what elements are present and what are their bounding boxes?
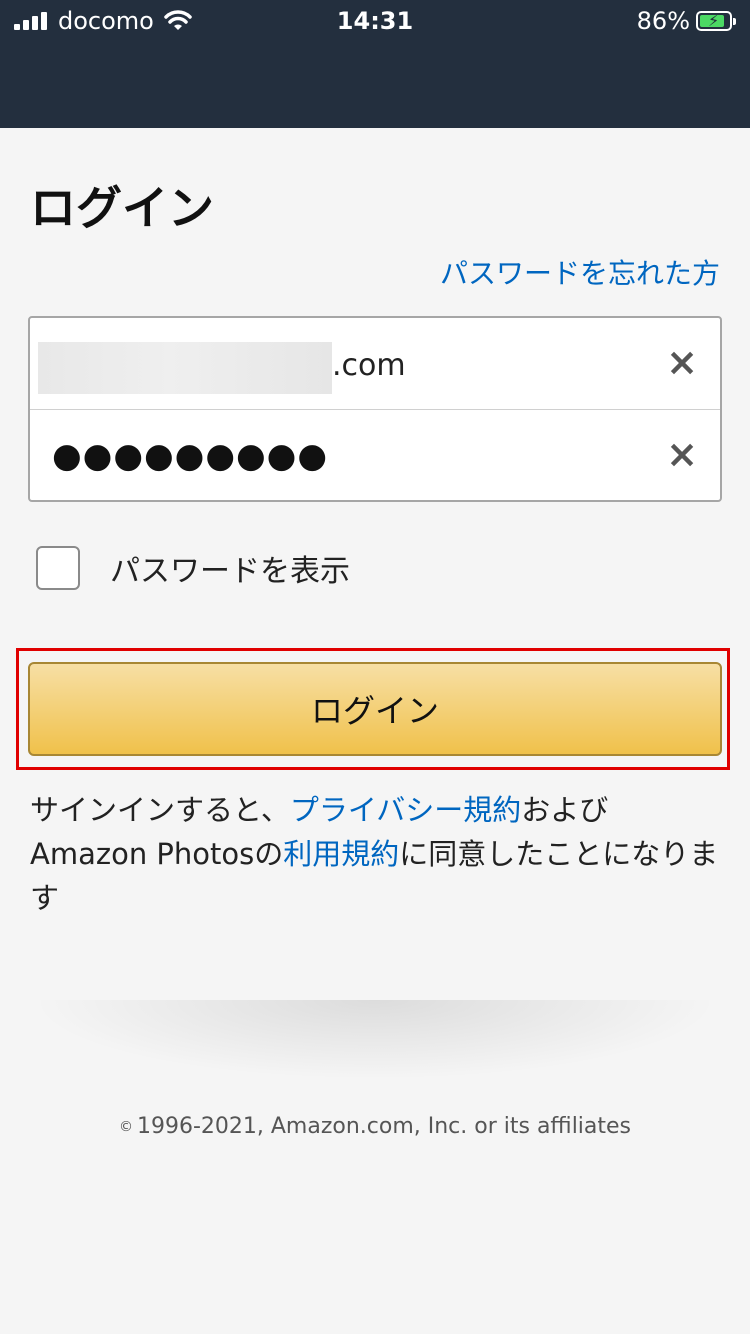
forgot-password-link[interactable]: パスワードを忘れた方	[440, 252, 720, 292]
page-title: ログイン	[30, 181, 214, 235]
terms-of-use-link[interactable]: 利用規約	[283, 837, 399, 871]
footer-divider	[30, 1000, 720, 1080]
show-password-label[interactable]: パスワードを表示	[110, 546, 350, 590]
status-bar: docomo 14:31 86% ⚡	[0, 0, 750, 128]
battery-level: ⚡	[700, 11, 725, 30]
clear-email-icon[interactable]: ×	[662, 340, 702, 384]
battery-charging-icon: ⚡	[696, 11, 736, 31]
terms-prefix: サインインすると、	[30, 793, 290, 827]
show-password-row[interactable]: パスワードを表示	[36, 546, 350, 590]
copyright-icon: ©	[118, 1119, 133, 1135]
email-value: .com	[332, 348, 406, 383]
footer-copyright: © 1996-2021, Amazon.com, Inc. or its affi…	[0, 1114, 750, 1139]
terms-text: サインインすると、プライバシー規約および Amazon Photosの利用規約に…	[30, 788, 730, 920]
clear-password-icon[interactable]: ×	[662, 432, 702, 476]
charging-bolt-icon: ⚡	[708, 11, 720, 30]
email-field[interactable]: .com ×	[30, 318, 720, 410]
password-value: ●●●●●●●●●	[52, 436, 329, 476]
battery-percent: 86%	[636, 7, 690, 35]
status-right: 86% ⚡	[636, 6, 736, 36]
login-button[interactable]: ログイン	[28, 662, 722, 756]
credentials-box: .com × ●●●●●●●●● ×	[28, 316, 722, 502]
copyright-text: 1996-2021, Amazon.com, Inc. or its affil…	[136, 1114, 632, 1139]
show-password-checkbox[interactable]	[36, 546, 80, 590]
privacy-policy-link[interactable]: プライバシー規約	[290, 793, 521, 827]
password-field[interactable]: ●●●●●●●●● ×	[30, 410, 720, 501]
email-redaction	[38, 342, 332, 394]
